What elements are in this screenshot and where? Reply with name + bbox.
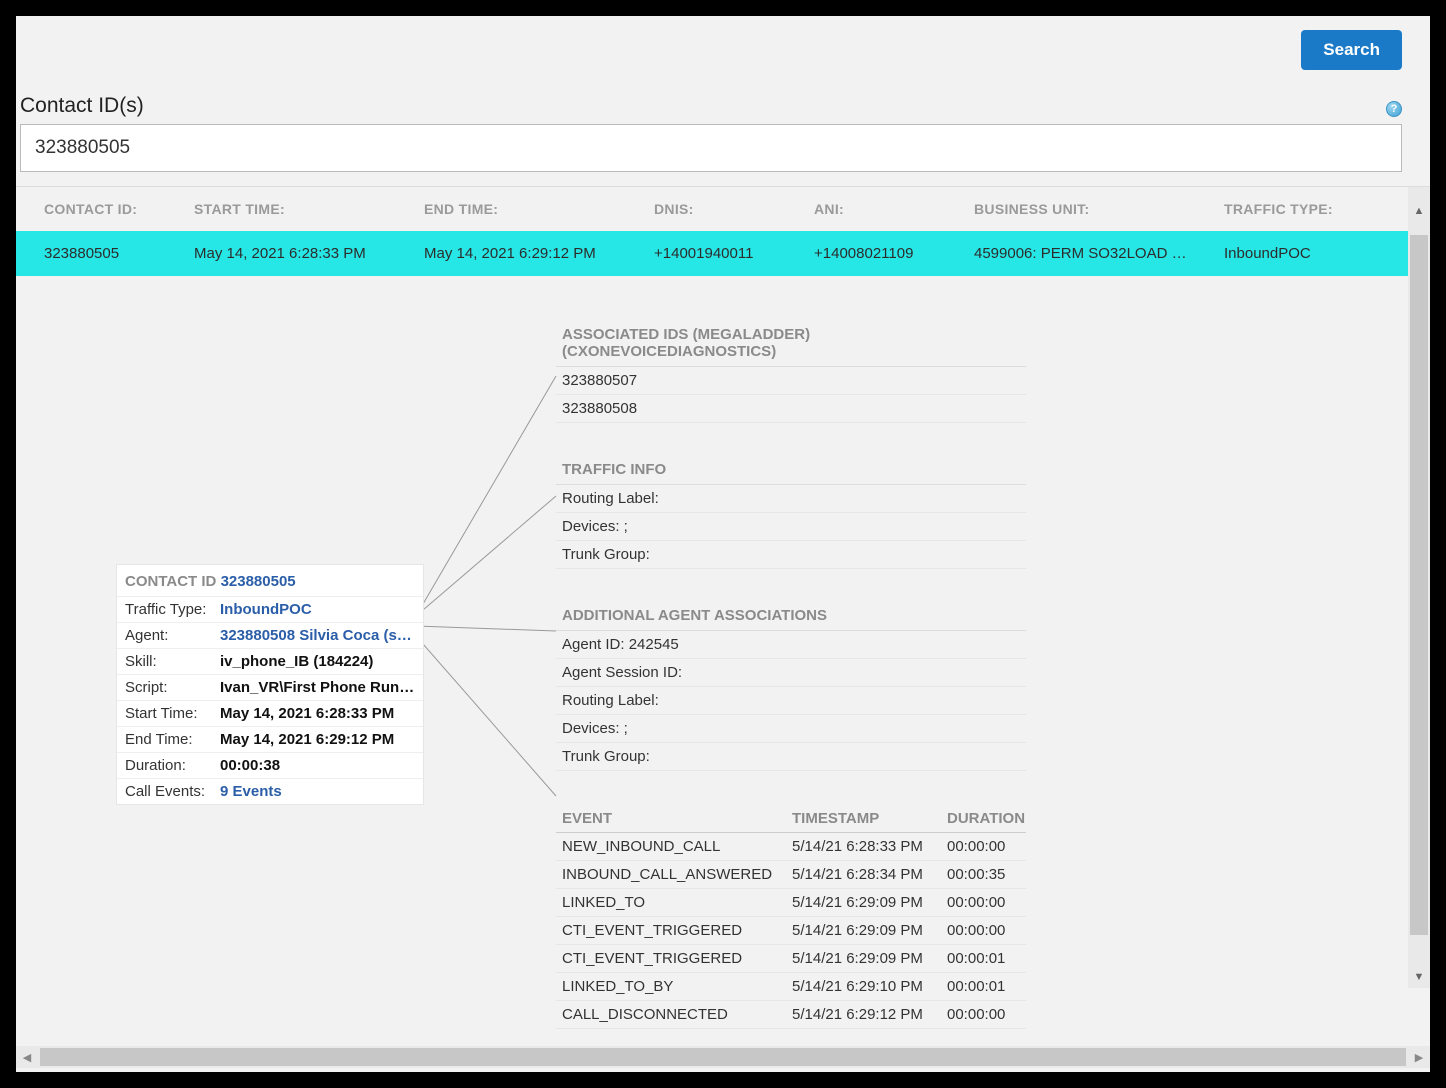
event-col-timestamp: TIMESTAMP <box>792 810 947 827</box>
events-table: EVENT TIMESTAMP DURATION NEW_INBOUND_CAL… <box>556 805 1026 1029</box>
search-button[interactable]: Search <box>1301 30 1402 70</box>
event-duration: 00:00:35 <box>947 866 1042 883</box>
v-agent[interactable]: 323880508 Silvia Coca (sil… <box>220 627 415 644</box>
traffic-trunk-group: Trunk Group: <box>556 541 1026 569</box>
contact-ids-input[interactable] <box>20 124 1402 172</box>
scroll-right-button[interactable]: ▶ <box>1408 1046 1430 1068</box>
v-start-time: May 14, 2021 6:28:33 PM <box>220 705 415 722</box>
event-timestamp: 5/14/21 6:29:09 PM <box>792 922 947 939</box>
cell-contact-id: 323880505 <box>44 245 194 262</box>
k-agent: Agent: <box>125 627 220 644</box>
col-start-time: START TIME: <box>194 201 424 217</box>
event-row[interactable]: LINKED_TO_BY5/14/21 6:29:10 PM00:00:01 <box>556 973 1026 1001</box>
event-row[interactable]: NEW_INBOUND_CALL5/14/21 6:28:33 PM00:00:… <box>556 833 1026 861</box>
traffic-routing-label: Routing Label: <box>556 485 1026 513</box>
assoc-title-suffix: ) <box>771 343 776 360</box>
v-script: Ivan_VR\First Phone Run… <box>220 679 415 696</box>
k-traffic-type: Traffic Type: <box>125 601 220 618</box>
k-call-events: Call Events: <box>125 783 220 800</box>
card-title-prefix: CONTACT ID <box>125 573 216 590</box>
event-row[interactable]: INBOUND_CALL_ANSWERED5/14/21 6:28:34 PM0… <box>556 861 1026 889</box>
event-name: LINKED_TO <box>562 894 792 911</box>
horizontal-scrollbar[interactable]: ◀ ▶ <box>16 1046 1430 1068</box>
col-business-unit: BUSINESS UNIT: <box>974 201 1224 217</box>
help-icon[interactable]: ? <box>1386 101 1402 117</box>
scroll-up-button[interactable]: ▲ <box>1408 187 1430 235</box>
cell-end-time: May 14, 2021 6:29:12 PM <box>424 245 654 262</box>
event-timestamp: 5/14/21 6:29:09 PM <box>792 894 947 911</box>
event-duration: 00:00:01 <box>947 950 1042 967</box>
k-end-time: End Time: <box>125 731 220 748</box>
v-traffic-type[interactable]: InboundPOC <box>220 601 415 618</box>
grid-row-selected[interactable]: 323880505 May 14, 2021 6:28:33 PM May 14… <box>16 231 1430 276</box>
event-timestamp: 5/14/21 6:29:10 PM <box>792 978 947 995</box>
assoc-id-item[interactable]: 323880508 <box>556 395 1026 423</box>
results-grid: ▲ CONTACT ID: START TIME: END TIME: DNIS… <box>16 186 1430 1016</box>
agent-devices: Devices: ; <box>556 715 1026 743</box>
event-name: NEW_INBOUND_CALL <box>562 838 792 855</box>
event-duration: 00:00:00 <box>947 894 1042 911</box>
event-duration: 00:00:00 <box>947 1006 1042 1023</box>
event-duration: 00:00:00 <box>947 922 1042 939</box>
assoc-id-item[interactable]: 323880507 <box>556 367 1026 395</box>
scroll-thumb[interactable] <box>1410 235 1428 935</box>
event-col-duration: DURATION <box>947 810 1042 827</box>
agent-id: Agent ID: 242545 <box>556 631 1026 659</box>
event-duration: 00:00:00 <box>947 838 1042 855</box>
event-timestamp: 5/14/21 6:28:33 PM <box>792 838 947 855</box>
agent-assoc-section: ADDITIONAL AGENT ASSOCIATIONS Agent ID: … <box>556 597 1026 771</box>
col-dnis: DNIS: <box>654 201 814 217</box>
card-title-id[interactable]: 323880505 <box>221 573 296 590</box>
col-traffic-type: TRAFFIC TYPE: <box>1224 201 1354 217</box>
v-duration: 00:00:38 <box>220 757 415 774</box>
event-timestamp: 5/14/21 6:29:12 PM <box>792 1006 947 1023</box>
v-skill: iv_phone_IB (184224) <box>220 653 415 670</box>
event-timestamp: 5/14/21 6:29:09 PM <box>792 950 947 967</box>
scroll-down-button[interactable]: ▼ <box>1408 966 1430 988</box>
k-skill: Skill: <box>125 653 220 670</box>
col-ani: ANI: <box>814 201 974 217</box>
contact-summary-card: CONTACT ID 323880505 Traffic Type:Inboun… <box>116 564 424 805</box>
event-row[interactable]: CALL_DISCONNECTED5/14/21 6:29:12 PM00:00… <box>556 1001 1026 1029</box>
assoc-title-prefix: ASSOCIATED IDS ( <box>562 326 698 343</box>
event-row[interactable]: CTI_EVENT_TRIGGERED5/14/21 6:29:09 PM00:… <box>556 945 1026 973</box>
col-contact-id: CONTACT ID: <box>44 201 194 217</box>
assoc-link-cxone[interactable]: CXONEVOICEDIAGNOSTICS <box>567 343 771 360</box>
col-end-time: END TIME: <box>424 201 654 217</box>
contact-ids-label: Contact ID(s) <box>20 94 144 118</box>
k-start-time: Start Time: <box>125 705 220 722</box>
cell-traffic-type: InboundPOC <box>1224 245 1354 262</box>
event-name: CALL_DISCONNECTED <box>562 1006 792 1023</box>
v-call-events[interactable]: 9 Events <box>220 783 415 800</box>
k-duration: Duration: <box>125 757 220 774</box>
event-row[interactable]: LINKED_TO5/14/21 6:29:09 PM00:00:00 <box>556 889 1026 917</box>
event-name: INBOUND_CALL_ANSWERED <box>562 866 792 883</box>
scroll-left-button[interactable]: ◀ <box>16 1046 38 1068</box>
k-script: Script: <box>125 679 220 696</box>
hscroll-thumb[interactable] <box>40 1048 1406 1066</box>
agent-routing-label: Routing Label: <box>556 687 1026 715</box>
event-name: LINKED_TO_BY <box>562 978 792 995</box>
traffic-devices: Devices: ; <box>556 513 1026 541</box>
associated-ids-section: ASSOCIATED IDS (MEGALADDER) (CXONEVOICED… <box>556 316 1026 423</box>
grid-header-row: CONTACT ID: START TIME: END TIME: DNIS: … <box>16 187 1430 231</box>
agent-assoc-title: ADDITIONAL AGENT ASSOCIATIONS <box>556 597 1026 631</box>
event-duration: 00:00:01 <box>947 978 1042 995</box>
event-col-event: EVENT <box>562 810 792 827</box>
cell-ani: +14008021109 <box>814 245 974 262</box>
v-end-time: May 14, 2021 6:29:12 PM <box>220 731 415 748</box>
event-row[interactable]: CTI_EVENT_TRIGGERED5/14/21 6:29:09 PM00:… <box>556 917 1026 945</box>
cell-start-time: May 14, 2021 6:28:33 PM <box>194 245 424 262</box>
traffic-info-title: TRAFFIC INFO <box>556 451 1026 485</box>
assoc-link-megaladder[interactable]: MEGALADDER <box>698 326 806 343</box>
traffic-info-section: TRAFFIC INFO Routing Label: Devices: ; T… <box>556 451 1026 569</box>
cell-business-unit: 4599006: PERM SO32LOAD … <box>974 245 1224 262</box>
event-name: CTI_EVENT_TRIGGERED <box>562 922 792 939</box>
agent-trunk-group: Trunk Group: <box>556 743 1026 771</box>
agent-session-id: Agent Session ID: <box>556 659 1026 687</box>
vertical-scrollbar[interactable] <box>1408 235 1430 988</box>
cell-dnis: +14001940011 <box>654 245 814 262</box>
event-timestamp: 5/14/21 6:28:34 PM <box>792 866 947 883</box>
event-name: CTI_EVENT_TRIGGERED <box>562 950 792 967</box>
